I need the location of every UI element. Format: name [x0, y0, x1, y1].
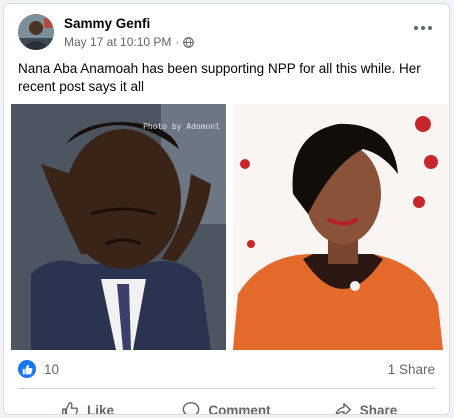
like-count[interactable]: 10	[44, 362, 59, 377]
comment-button[interactable]: Comment	[157, 390, 296, 415]
actions-divider	[18, 388, 435, 389]
post-stats: 10 1 Share	[18, 358, 435, 380]
share-button[interactable]: Share	[296, 390, 435, 415]
dot-icon	[421, 26, 425, 30]
dot-icon	[414, 26, 418, 30]
like-reaction-icon[interactable]	[18, 360, 36, 378]
thumbs-up-icon	[22, 364, 32, 374]
author-name[interactable]: Sammy Genfi	[64, 16, 150, 31]
globe-icon	[183, 36, 195, 48]
comment-button-label: Comment	[208, 402, 271, 415]
post-text: Nana Aba Anamoah has been supporting NPP…	[18, 61, 421, 94]
man-photo-illustration	[11, 104, 226, 350]
post-media[interactable]: Photo by Adomonl	[4, 102, 449, 352]
author-avatar[interactable]	[18, 14, 54, 50]
avatar-image	[18, 14, 54, 50]
share-count[interactable]: 1 Share	[388, 362, 435, 377]
meta-separator: ·	[175, 35, 180, 49]
comment-icon	[182, 402, 200, 414]
share-button-label: Share	[359, 402, 398, 415]
post-header: Sammy Genfi May 17 at 10:10 PM ·	[18, 14, 435, 54]
post-meta: May 17 at 10:10 PM ·	[64, 35, 195, 49]
like-button[interactable]: Like	[18, 390, 157, 415]
like-button-label: Like	[86, 402, 114, 415]
woman-photo-illustration	[233, 104, 448, 350]
photo-man[interactable]: Photo by Adomonl	[11, 104, 226, 350]
post-date[interactable]: May 17 at 10:10 PM	[64, 35, 171, 49]
photo-woman[interactable]	[233, 104, 448, 350]
post-card: Sammy Genfi May 17 at 10:10 PM · Nana Ab…	[3, 3, 450, 415]
post-actions: Like Comment Share	[18, 390, 435, 415]
dot-icon	[428, 26, 432, 30]
more-options-button[interactable]	[411, 18, 435, 38]
thumbs-up-outline-icon	[62, 402, 79, 414]
image-watermark: Photo by Adomonl	[142, 122, 220, 131]
share-arrow-icon	[335, 402, 351, 414]
